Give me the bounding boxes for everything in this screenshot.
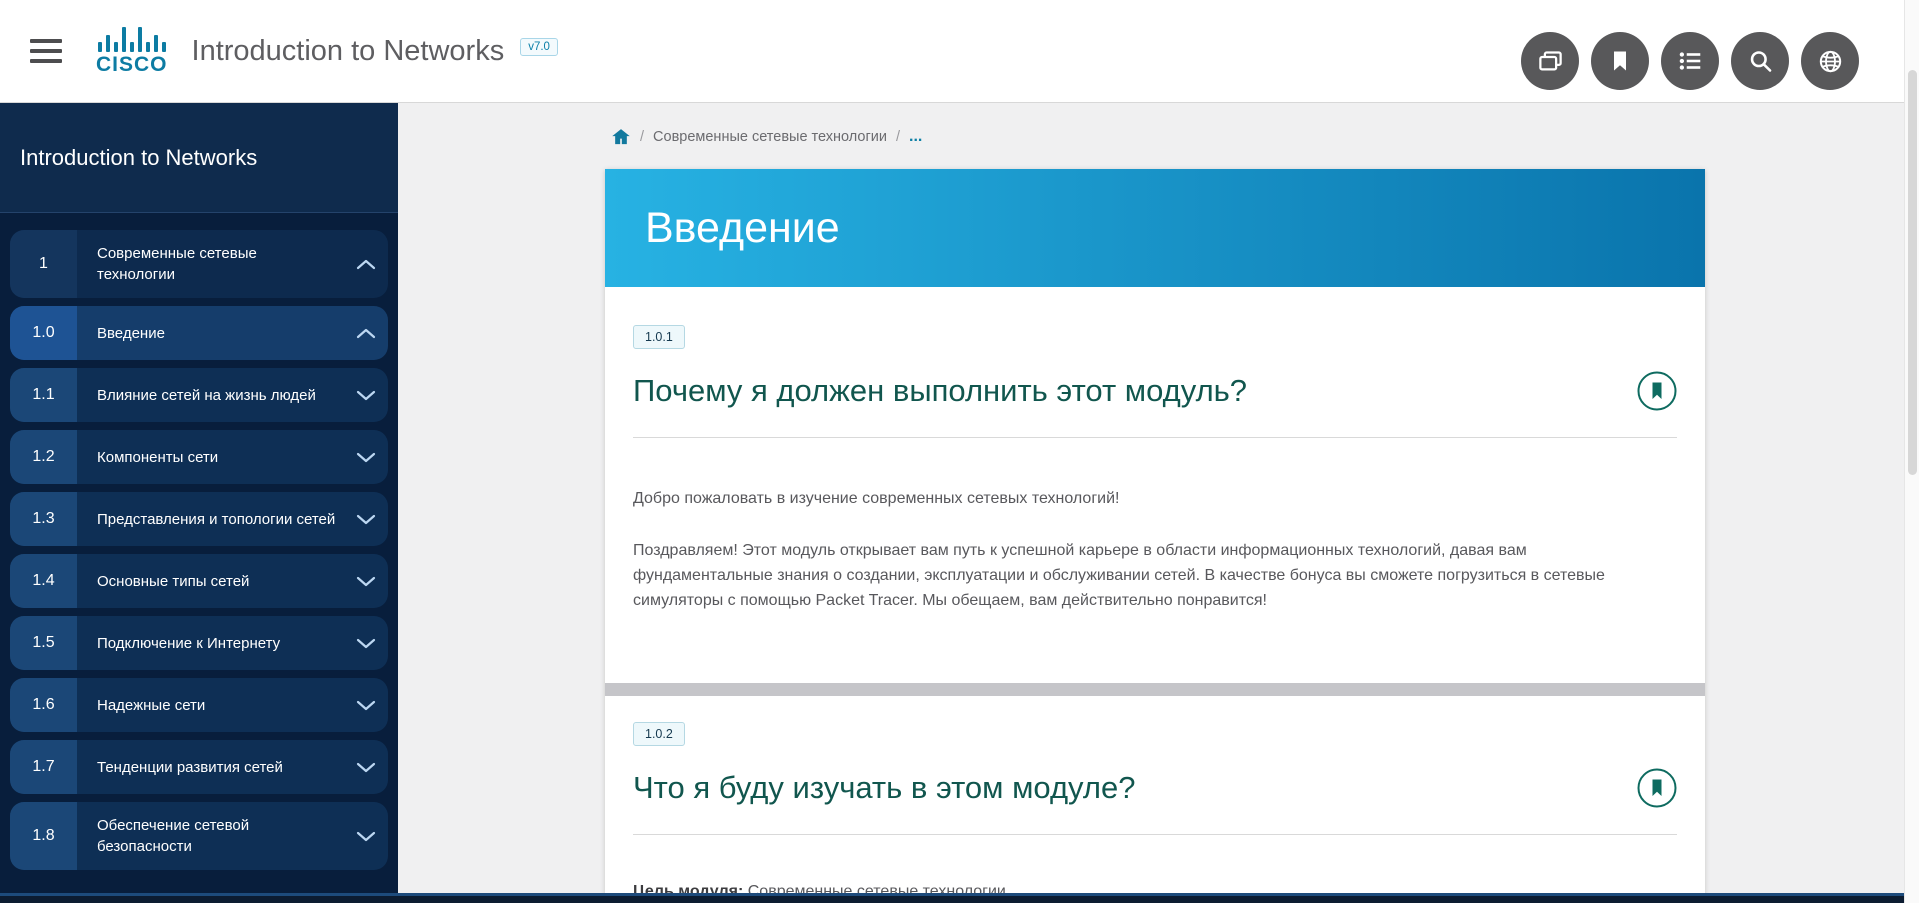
- home-icon[interactable]: [611, 127, 631, 147]
- sidebar-item-1.5[interactable]: 1.5Подключение к Интернету: [10, 616, 388, 670]
- sidebar-item-1.8[interactable]: 1.8Обеспечение сетевой безопасности: [10, 802, 388, 870]
- sidebar-item-1.0[interactable]: 1.0Введение: [10, 306, 388, 360]
- topic-number-badge: 1.0.1: [633, 325, 685, 349]
- cisco-logo-bars-icon: [98, 26, 166, 52]
- cisco-logo-text: CISCO: [96, 53, 168, 77]
- breadcrumb-more-link[interactable]: ...: [909, 128, 922, 146]
- sidebar-course-title: Introduction to Networks: [20, 145, 257, 171]
- chevron-down-icon: [344, 492, 388, 546]
- section-number: 1.6: [10, 678, 77, 732]
- section-number: 1.4: [10, 554, 77, 608]
- breadcrumb-separator: /: [640, 129, 644, 145]
- heading-divider: [633, 834, 1677, 835]
- section-number: 1.3: [10, 492, 77, 546]
- section-number: 1.0: [10, 306, 77, 360]
- sidebar-item-1.4[interactable]: 1.4Основные типы сетей: [10, 554, 388, 608]
- topic-heading: Почему я должен выполнить этот модуль?: [633, 373, 1247, 409]
- hamburger-menu-icon[interactable]: [30, 39, 62, 63]
- paragraph: Поздравляем! Этот модуль открывает вам п…: [633, 538, 1653, 613]
- section-label: Обеспечение сетевой безопасности: [77, 802, 344, 870]
- chevron-up-icon: [344, 306, 388, 360]
- sidebar-item-1.1[interactable]: 1.1Влияние сетей на жизнь людей: [10, 368, 388, 422]
- globe-icon[interactable]: [1801, 32, 1859, 90]
- chevron-down-icon: [344, 802, 388, 870]
- search-icon[interactable]: [1731, 32, 1789, 90]
- sidebar-nav: 1Современные сетевые технологии1.0Введен…: [0, 213, 398, 893]
- paragraph: Добро пожаловать в изучение современных …: [633, 486, 1653, 511]
- windows-stack-icon[interactable]: [1521, 32, 1579, 90]
- topic-1-0-1: 1.0.1 Почему я должен выполнить этот мод…: [605, 287, 1705, 683]
- sidebar-item-1.3[interactable]: 1.3Представления и топологии сетей: [10, 492, 388, 546]
- topic-1-0-2: 1.0.2 Что я буду изучать в этом модуле? …: [605, 696, 1705, 903]
- banner-title: Введение: [645, 204, 840, 253]
- bookmark-topic-button[interactable]: [1637, 371, 1677, 411]
- sidebar-item-1.6[interactable]: 1.6Надежные сети: [10, 678, 388, 732]
- sidebar-item-1[interactable]: 1Современные сетевые технологии: [10, 230, 388, 298]
- section-number: 1.5: [10, 616, 77, 670]
- scrollbar-thumb[interactable]: [1908, 70, 1917, 475]
- chevron-down-icon: [344, 678, 388, 732]
- section-banner: Введение: [605, 169, 1705, 287]
- chevron-down-icon: [344, 368, 388, 422]
- chevron-down-icon: [344, 430, 388, 484]
- section-number: 1.1: [10, 368, 77, 422]
- section-divider-bar: [605, 683, 1705, 696]
- section-label: Введение: [77, 306, 344, 360]
- topic-heading: Что я буду изучать в этом модуле?: [633, 770, 1135, 806]
- section-number: 1.7: [10, 740, 77, 794]
- section-label: Надежные сети: [77, 678, 344, 732]
- section-number: 1: [10, 230, 77, 298]
- breadcrumb-module[interactable]: Современные сетевые технологии: [653, 129, 887, 145]
- list-icon[interactable]: [1661, 32, 1719, 90]
- breadcrumb-separator: /: [896, 129, 900, 145]
- section-label: Представления и топологии сетей: [77, 492, 344, 546]
- sidebar-item-1.7[interactable]: 1.7Тенденции развития сетей: [10, 740, 388, 794]
- sidebar-item-1.2[interactable]: 1.2Компоненты сети: [10, 430, 388, 484]
- section-label: Основные типы сетей: [77, 554, 344, 608]
- cisco-logo: CISCO: [96, 26, 168, 77]
- sidebar-header: Introduction to Networks: [0, 103, 398, 213]
- section-label: Тенденции развития сетей: [77, 740, 344, 794]
- chevron-down-icon: [344, 740, 388, 794]
- main-content: / Современные сетевые технологии / ... В…: [398, 103, 1919, 893]
- heading-divider: [633, 437, 1677, 438]
- bottom-bar: [0, 893, 1919, 903]
- bookmark-topic-button[interactable]: [1637, 768, 1677, 808]
- bookmark-icon[interactable]: [1591, 32, 1649, 90]
- section-number: 1.2: [10, 430, 77, 484]
- vertical-scrollbar[interactable]: [1904, 0, 1919, 903]
- section-label: Влияние сетей на жизнь людей: [77, 368, 344, 422]
- chevron-down-icon: [344, 616, 388, 670]
- section-label: Подключение к Интернету: [77, 616, 344, 670]
- topic-number-badge: 1.0.2: [633, 722, 685, 746]
- content-card: Введение 1.0.1 Почему я должен выполнить…: [605, 169, 1705, 903]
- section-label: Современные сетевые технологии: [77, 230, 344, 298]
- section-label: Компоненты сети: [77, 430, 344, 484]
- breadcrumb: / Современные сетевые технологии / ...: [605, 103, 1705, 147]
- section-number: 1.8: [10, 802, 77, 870]
- chevron-up-icon: [344, 230, 388, 298]
- version-badge: v7.0: [520, 38, 558, 56]
- chevron-down-icon: [344, 554, 388, 608]
- header-icons: [1521, 32, 1859, 90]
- app-header: CISCO Introduction to Networks v7.0: [0, 0, 1919, 103]
- course-title: Introduction to Networks: [192, 35, 505, 68]
- course-sidebar: Introduction to Networks 1Современные се…: [0, 103, 398, 893]
